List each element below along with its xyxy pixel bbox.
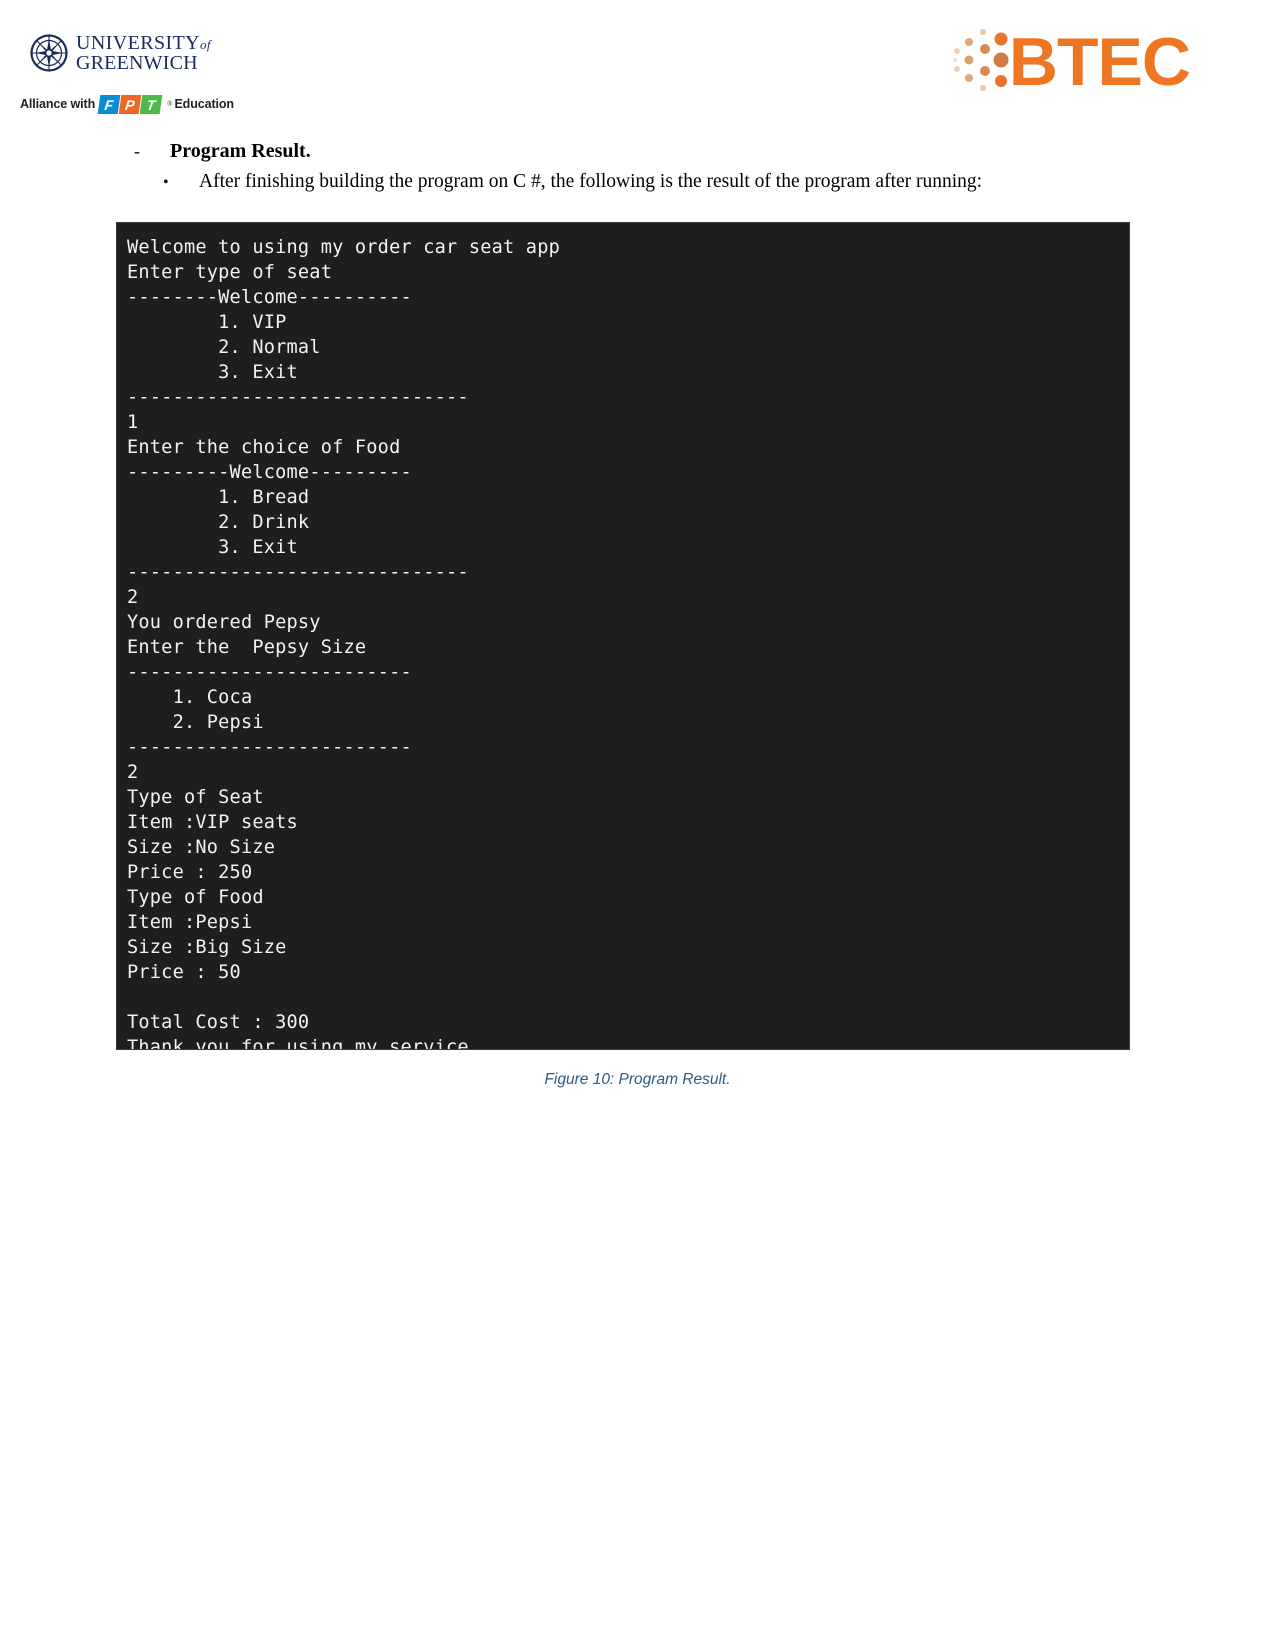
btec-logo: BTEC	[949, 22, 1191, 102]
alliance-with-label: Alliance with	[20, 97, 96, 111]
section-heading-row: - Program Result.	[134, 140, 1275, 163]
fpt-letter-t: T	[139, 94, 163, 114]
university-of-word: of	[200, 37, 211, 52]
page-title: Program Result.	[170, 140, 311, 162]
console-output-window: Welcome to using my order car seat app E…	[116, 222, 1130, 1050]
console-output-text: Welcome to using my order car seat app E…	[127, 237, 560, 1050]
university-wordmark: UNIVERSITYof GREENWICH	[76, 33, 211, 73]
fpt-letter-f: F	[97, 94, 121, 114]
description-text: After finishing building the program on …	[199, 171, 983, 192]
figure-caption: Figure 10: Program Result.	[544, 1071, 731, 1088]
round-bullet-marker: •	[163, 174, 169, 191]
greenwich-word: GREENWICH	[76, 52, 198, 74]
page-header: UNIVERSITYof GREENWICH Alliance with F P…	[0, 0, 1275, 130]
btec-dot-cluster-icon	[949, 23, 1015, 102]
university-word: UNIVERSITY	[76, 32, 200, 54]
compass-rose-icon	[30, 34, 68, 72]
dash-bullet-marker: -	[134, 141, 140, 161]
fpt-mark-icon: F P T	[97, 94, 163, 114]
university-of-greenwich-logo: UNIVERSITYof GREENWICH	[30, 33, 211, 73]
description-bullet-row: • After finishing building the program o…	[163, 171, 1275, 193]
fpt-alliance-logo: Alliance with F P T ® Education	[20, 94, 234, 114]
registered-mark: ®	[167, 100, 173, 108]
fpt-letter-p: P	[118, 94, 142, 114]
btec-wordmark: BTEC	[1008, 24, 1191, 100]
education-label: Education	[174, 97, 234, 111]
document-content: - Program Result. • After finishing buil…	[0, 140, 1275, 193]
